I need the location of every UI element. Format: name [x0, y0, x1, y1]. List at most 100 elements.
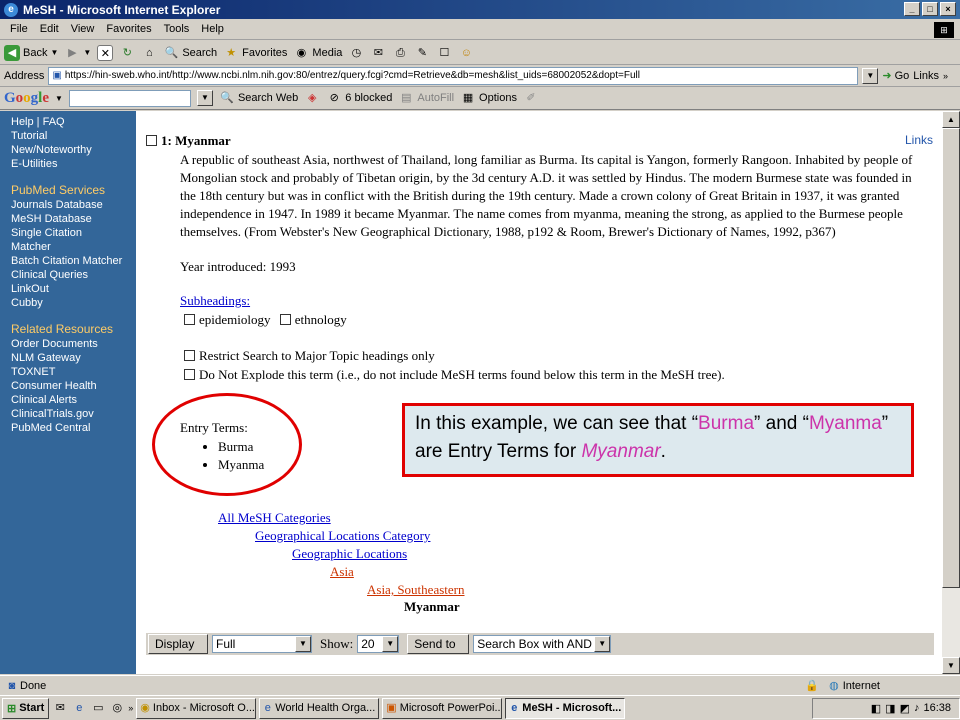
explode-label: Do Not Explode this term (i.e., do not i…: [199, 367, 725, 382]
sidebar-item-single-citation[interactable]: Single Citation Matcher: [11, 226, 101, 254]
home-icon[interactable]: ⌂: [141, 45, 157, 61]
sidebar-new-noteworthy[interactable]: New/Noteworthy: [11, 143, 136, 157]
show-select[interactable]: 20 ▼: [357, 635, 400, 653]
menu-favorites[interactable]: Favorites: [100, 23, 157, 35]
google-search-dropdown[interactable]: ▼: [196, 90, 213, 106]
edit-icon[interactable]: ✎: [414, 45, 430, 61]
discuss-icon[interactable]: ☐: [436, 45, 452, 61]
sidebar-item-clinical-queries[interactable]: Clinical Queries: [11, 268, 136, 282]
sidebar-item-linkout[interactable]: LinkOut: [11, 282, 136, 296]
tray-icon[interactable]: ◨: [885, 702, 895, 715]
sidebar-e-utilities[interactable]: E-Utilities: [11, 157, 136, 171]
tree-all-mesh-categories[interactable]: All MeSH Categories: [218, 510, 331, 526]
windows-logo-icon: ⊞: [934, 22, 954, 38]
tray-icon[interactable]: ◧: [871, 702, 881, 715]
messenger-icon[interactable]: ☺: [458, 45, 474, 61]
sidebar-item-clinicaltrials[interactable]: ClinicalTrials.gov: [11, 407, 136, 421]
windows-flag-icon: ⊞: [7, 702, 17, 715]
search-button[interactable]: 🔍 Search: [163, 45, 217, 61]
sidebar-item-clinical-alerts[interactable]: Clinical Alerts: [11, 393, 136, 407]
quicklaunch-desktop-icon[interactable]: ▭: [90, 700, 106, 716]
search-web-button[interactable]: 🔍 Search Web: [219, 90, 298, 106]
google-logo[interactable]: Google: [4, 90, 49, 107]
sidebar-item-pubmed-central[interactable]: PubMed Central: [11, 421, 136, 435]
task-who[interactable]: e World Health Orga...: [259, 697, 380, 719]
links-link[interactable]: Links: [905, 133, 933, 147]
scroll-down-button[interactable]: ▼: [942, 657, 960, 674]
tree-asia[interactable]: Asia: [330, 564, 354, 580]
sidebar-item-cubby[interactable]: Cubby: [11, 296, 136, 310]
ethnology-checkbox[interactable]: [279, 314, 291, 325]
display-button[interactable]: Display: [148, 634, 208, 654]
record-checkbox[interactable]: [146, 135, 157, 146]
volume-icon[interactable]: ♪: [914, 702, 920, 714]
sidebar-item-toxnet[interactable]: TOXNET: [11, 365, 136, 379]
menu-edit[interactable]: Edit: [34, 23, 65, 35]
tree-asia-southeastern[interactable]: Asia, Southeastern: [367, 582, 464, 598]
stop-icon[interactable]: ✕: [97, 44, 114, 61]
back-button[interactable]: ◀ Back ▼: [4, 44, 58, 61]
google-search-input[interactable]: [68, 89, 191, 107]
tree-geographic-locations[interactable]: Geographic Locations: [292, 546, 407, 562]
sidebar-item-nlm-gateway[interactable]: NLM Gateway: [11, 351, 136, 365]
page-info-icon[interactable]: ◈: [304, 90, 320, 106]
close-button[interactable]: ×: [940, 2, 956, 16]
sidebar-tutorial[interactable]: Tutorial: [11, 129, 136, 143]
quicklaunch-ie-icon[interactable]: e: [71, 700, 87, 716]
restrict-checkbox[interactable]: [184, 350, 195, 361]
chevron-down-icon: ▼: [594, 636, 611, 652]
popup-blocker-button[interactable]: ⊘ 6 blocked: [326, 90, 393, 106]
menu-bar: File Edit View Favorites Tools Help: [0, 19, 960, 40]
task-mesh[interactable]: e MeSH - Microsoft...: [505, 697, 626, 719]
address-input[interactable]: ▣ https://hin-sweb.who.int/http://www.nc…: [48, 66, 859, 85]
send-to-button[interactable]: Send to: [407, 634, 470, 654]
restrict-label: Restrict Search to Major Topic headings …: [199, 348, 435, 363]
minimize-button[interactable]: _: [904, 2, 920, 16]
menu-help[interactable]: Help: [195, 23, 230, 35]
epidemiology-checkbox[interactable]: [184, 314, 195, 325]
sidebar-item-order-documents[interactable]: Order Documents: [11, 337, 136, 351]
refresh-icon[interactable]: ↻: [119, 45, 135, 61]
task-inbox[interactable]: ◉ Inbox - Microsoft O...: [136, 697, 257, 719]
quicklaunch-media-icon[interactable]: ◎: [109, 700, 125, 716]
explode-checkbox[interactable]: [184, 369, 195, 380]
sidebar-item-mesh[interactable]: MeSH Database: [11, 212, 136, 226]
media-button[interactable]: ◉ Media: [293, 45, 343, 61]
menu-view[interactable]: View: [65, 23, 101, 35]
menu-tools[interactable]: Tools: [158, 23, 196, 35]
task-powerpoint[interactable]: ▣ Microsoft PowerPoi...: [382, 697, 503, 719]
subheadings-link[interactable]: Subheadings:: [180, 293, 250, 309]
vertical-scrollbar[interactable]: ▲ ▼: [942, 111, 960, 674]
ie-icon: e: [264, 702, 271, 714]
sidebar-section-pubmed: PubMed Services: [11, 183, 106, 197]
clock[interactable]: 16:38: [923, 702, 951, 714]
forward-button[interactable]: ▶ ▼: [64, 45, 91, 61]
epidemiology-label: epidemiology: [199, 312, 271, 327]
links-button[interactable]: Links: [913, 70, 939, 82]
tray-icon[interactable]: ◩: [900, 702, 910, 715]
start-button[interactable]: ⊞ Start: [2, 697, 50, 719]
menu-file[interactable]: File: [4, 23, 34, 35]
highlighter-icon[interactable]: ✐: [523, 90, 539, 106]
tree-geographical-locations-category[interactable]: Geographical Locations Category: [255, 528, 430, 544]
sidebar-item-batch-citation[interactable]: Batch Citation Matcher: [11, 254, 136, 268]
sidebar-item-consumer-health[interactable]: Consumer Health: [11, 379, 136, 393]
send-target-select[interactable]: Search Box with AND ▼: [473, 635, 612, 653]
autofill-button[interactable]: ▤ AutoFill: [398, 90, 454, 106]
history-icon[interactable]: ◷: [348, 45, 364, 61]
address-dropdown[interactable]: ▼: [862, 67, 879, 84]
maximize-button[interactable]: □: [922, 2, 938, 16]
sidebar-item-journals[interactable]: Journals Database: [11, 198, 136, 212]
print-icon[interactable]: ⎙: [392, 45, 408, 61]
quicklaunch-outlook-icon[interactable]: ✉: [52, 700, 68, 716]
favorites-button[interactable]: ★ Favorites: [223, 45, 287, 61]
go-button[interactable]: ➜ Go: [882, 69, 909, 83]
window-title: MeSH - Microsoft Internet Explorer: [23, 2, 221, 17]
format-select[interactable]: Full ▼: [212, 635, 312, 653]
options-button[interactable]: ▦ Options: [460, 90, 517, 106]
sidebar-help-faq[interactable]: Help | FAQ: [11, 115, 136, 129]
mail-icon[interactable]: ✉: [370, 45, 386, 61]
scroll-up-button[interactable]: ▲: [942, 111, 960, 128]
favorites-icon: ★: [226, 46, 237, 59]
scroll-thumb[interactable]: [942, 128, 960, 588]
